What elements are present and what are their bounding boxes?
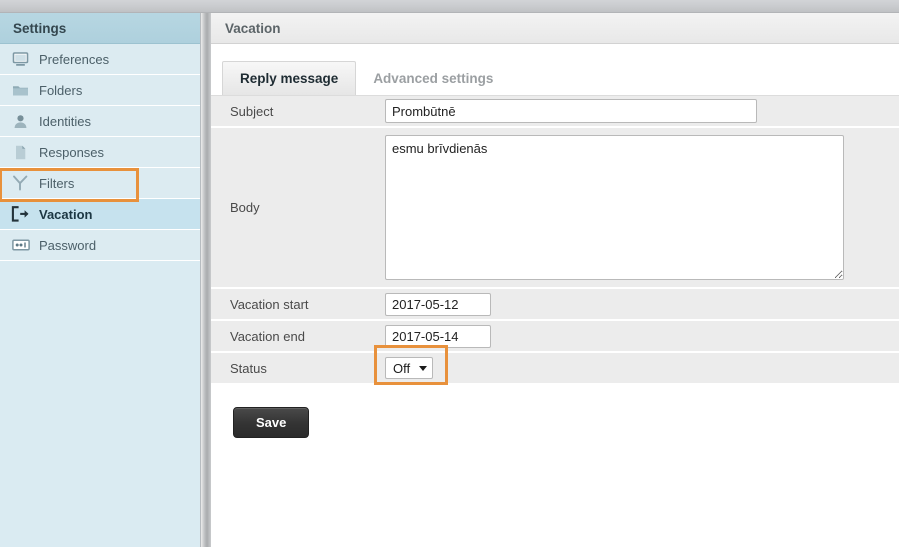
status-field-cell: Off (385, 357, 899, 379)
status-label: Status (211, 361, 385, 376)
body-field-cell: esmu brīvdienās (385, 128, 899, 287)
sidebar-item-label: Password (39, 238, 96, 253)
vacation-end-label: Vacation end (211, 329, 385, 344)
folder-icon (10, 81, 31, 100)
person-icon (10, 112, 31, 131)
settings-sidebar: Settings Preferences (0, 13, 201, 547)
status-selected-value: Off (393, 361, 410, 376)
sidebar-item-label: Identities (39, 114, 91, 129)
subject-input[interactable] (385, 99, 757, 123)
save-button[interactable]: Save (233, 407, 309, 438)
sidebar-item-folders[interactable]: Folders (0, 75, 200, 106)
body-textarea[interactable]: esmu brīvdienās (385, 135, 844, 280)
form-actions: Save (211, 385, 899, 438)
funnel-icon (10, 174, 31, 193)
settings-nav-list: Preferences Folders Id (0, 44, 200, 261)
sidebar-item-filters[interactable]: Filters (0, 168, 200, 199)
form-row-subject: Subject (211, 96, 899, 128)
sidebar-item-identities[interactable]: Identities (0, 106, 200, 137)
password-dots-icon (10, 236, 31, 255)
subject-label: Subject (211, 104, 385, 119)
vacation-end-input[interactable] (385, 325, 491, 348)
sidebar-item-vacation[interactable]: Vacation (0, 199, 200, 230)
tab-label: Reply message (240, 71, 338, 86)
exit-door-icon (10, 205, 31, 224)
settings-tabs: Reply message Advanced settings (222, 61, 899, 95)
pane-splitter[interactable] (201, 13, 211, 547)
chevron-down-icon (419, 366, 427, 371)
page-title: Vacation (211, 13, 899, 44)
sidebar-item-label: Responses (39, 145, 104, 160)
body-label: Body (211, 128, 385, 287)
vacation-form: Subject Body esmu brīvdienās Vacation st… (211, 95, 899, 385)
sidebar-item-label: Vacation (39, 207, 92, 222)
sidebar-item-responses[interactable]: Responses (0, 137, 200, 168)
vacation-start-label: Vacation start (211, 297, 385, 312)
sidebar-item-label: Filters (39, 176, 74, 191)
tab-reply-message[interactable]: Reply message (222, 61, 356, 95)
content-pane: Vacation Reply message Advanced settings… (211, 13, 899, 547)
form-row-body: Body esmu brīvdienās (211, 128, 899, 289)
subject-field-cell (385, 99, 899, 123)
sidebar-item-label: Folders (39, 83, 82, 98)
sidebar-item-password[interactable]: Password (0, 230, 200, 261)
vacation-start-field-cell (385, 293, 899, 316)
tab-advanced-settings[interactable]: Advanced settings (356, 61, 510, 95)
sidebar-title: Settings (0, 13, 200, 44)
monitor-icon (10, 50, 31, 69)
vacation-settings-page: Settings Preferences (0, 0, 899, 547)
window-top-strip (0, 0, 899, 13)
vacation-end-field-cell (385, 325, 899, 348)
vacation-start-input[interactable] (385, 293, 491, 316)
sidebar-item-preferences[interactable]: Preferences (0, 44, 200, 75)
tab-label: Advanced settings (373, 71, 493, 86)
document-icon (10, 143, 31, 162)
form-row-vacation-start: Vacation start (211, 289, 899, 321)
status-select[interactable]: Off (385, 357, 433, 379)
form-row-status: Status Off (211, 353, 899, 385)
form-row-vacation-end: Vacation end (211, 321, 899, 353)
sidebar-item-label: Preferences (39, 52, 109, 67)
